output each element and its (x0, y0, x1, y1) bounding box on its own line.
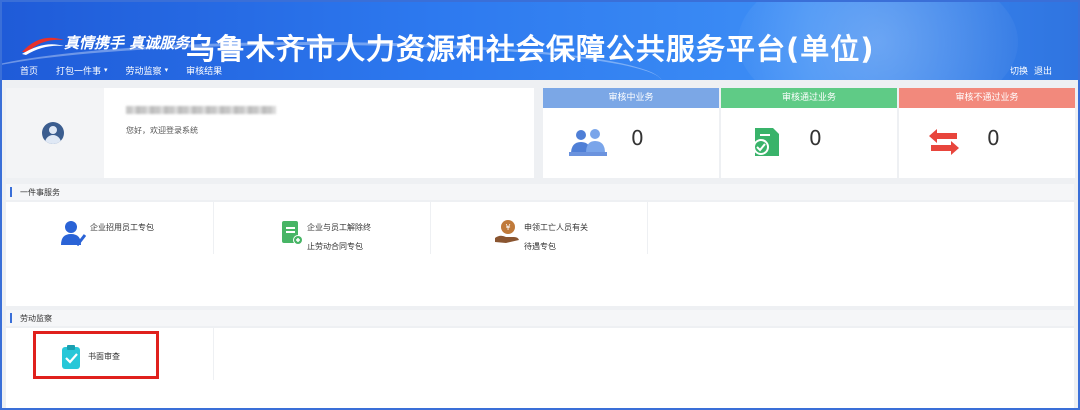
stat-label: 审核不通过业务 (899, 88, 1075, 108)
section-header-labor-inspection: 劳动监察 (6, 310, 1074, 326)
benefit-claim-icon: ¥ (495, 220, 519, 243)
stat-card-rejected[interactable]: 审核不通过业务 0 (899, 88, 1075, 178)
stat-label: 审核通过业务 (721, 88, 897, 108)
contract-termination-icon (282, 221, 303, 245)
employee-hire-icon (61, 221, 86, 246)
caret-down-icon: ▾ (104, 66, 108, 74)
reject-arrows-icon (929, 129, 959, 155)
logout-link[interactable]: 退出 (1034, 64, 1052, 77)
svg-text:¥: ¥ (505, 223, 510, 232)
username-redacted (126, 106, 276, 114)
logo-icon (22, 37, 64, 55)
approved-doc-icon (753, 128, 779, 156)
app-frame: 真情携手 真诚服务 乌鲁木齐市人力资源和社会保障公共服务平台(单位) 首页 打包… (0, 0, 1080, 410)
stat-value: 0 (631, 126, 644, 150)
slogan: 真情携手 真诚服务 (64, 34, 190, 52)
stat-value: 0 (809, 126, 822, 150)
site-title: 乌鲁木齐市人力资源和社会保障公共服务平台(单位) (186, 32, 875, 66)
main-nav: 首页 打包一件事 ▾ 劳动监察 ▾ 审核结果 (2, 60, 222, 80)
nav-package-one-thing[interactable]: 打包一件事 ▾ (56, 64, 108, 77)
nav-review-results[interactable]: 审核结果 (186, 64, 222, 77)
section-header-one-thing: 一件事服务 (6, 184, 1074, 200)
avatar-icon (42, 122, 64, 144)
switch-link[interactable]: 切换 (1010, 64, 1028, 77)
stat-value: 0 (987, 126, 1000, 150)
header-banner: 真情携手 真诚服务 乌鲁木齐市人力资源和社会保障公共服务平台(单位) 首页 打包… (2, 2, 1078, 80)
people-icon (569, 129, 607, 156)
stat-card-pending[interactable]: 审核中业务 0 (543, 88, 719, 178)
nav-labor-inspection[interactable]: 劳动监察 ▾ (126, 64, 169, 77)
stat-card-approved[interactable]: 审核通过业务 0 (721, 88, 897, 178)
labor-inspection-services: 书面审查 (6, 328, 1074, 408)
caret-down-icon: ▾ (164, 66, 169, 74)
welcome-text: 您好，欢迎登录系统 (126, 126, 198, 135)
service-work-death-benefit[interactable]: ¥ 申领工亡人员有关 待遇专包 (432, 202, 648, 254)
stat-label: 审核中业务 (543, 88, 719, 108)
service-contract-termination[interactable]: 企业与员工解除终 止劳动合同专包 (215, 202, 431, 254)
service-employee-hire[interactable]: 企业招用员工专包 (6, 202, 214, 254)
user-panel: 您好，欢迎登录系统 (6, 88, 534, 178)
content-area: 您好，欢迎登录系统 审核中业务 0 审核通过业务 0 审核不通过业务 0 一件事… (2, 80, 1078, 408)
annotation-highlight-box (33, 331, 159, 379)
nav-home[interactable]: 首页 (20, 64, 38, 77)
top-actions: 切换 退出 (1004, 64, 1052, 77)
one-thing-services: 企业招用员工专包 企业与员工解除终 止劳动合同专包 ¥ 申领工亡人员有关 待遇专… (6, 202, 1074, 306)
